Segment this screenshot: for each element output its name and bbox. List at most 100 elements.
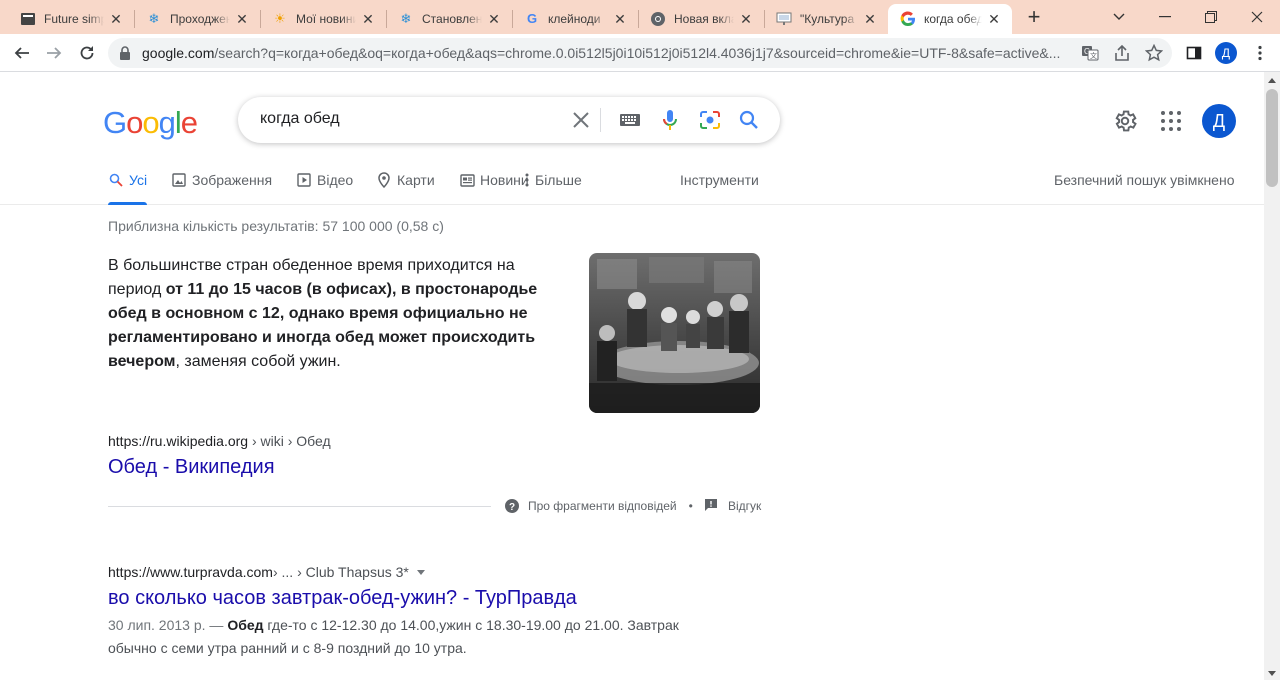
tab-title: Future simp [44,12,104,26]
tab-label: Усі [129,172,148,188]
browser-tab[interactable]: Новая вкла ✕ [638,4,764,34]
tab-images[interactable]: Зображення [171,172,272,188]
settings-gear-icon[interactable] [1112,108,1138,134]
share-icon[interactable] [1112,43,1132,63]
address-bar[interactable]: google.com/search?q=когда+обед&oq=когда+… [108,38,1172,68]
scrollbar-thumb[interactable] [1266,89,1278,187]
feedback-icon [704,498,720,514]
result-title-link[interactable]: во сколько часов завтрак-обед-ужин? - Ту… [108,587,577,610]
result-date: 30 лип. 2013 р. — [108,617,228,633]
browser-tab[interactable]: G клейноди ✕ [512,4,638,34]
bookmark-icon [20,11,36,27]
tab-title: "Культура I [800,12,858,26]
tab-label: Новини [480,172,529,188]
browser-tab[interactable]: Future simp ✕ [8,4,134,34]
tab-label: Відео [317,172,354,188]
logo-letter: o [142,105,159,140]
search-input[interactable]: когда обед [260,110,340,128]
featured-image[interactable] [589,253,760,413]
reload-button[interactable] [73,39,101,67]
browser-tab[interactable]: "Культура I ✕ [764,4,888,34]
forward-button[interactable] [40,39,68,67]
svg-text:文: 文 [1090,51,1097,60]
side-panel-icon[interactable] [1180,39,1208,67]
minimize-button[interactable] [1142,0,1188,34]
result-cite[interactable]: https://ru.wikipedia.org › wiki › Обед [108,433,331,449]
close-icon[interactable]: ✕ [862,11,878,28]
about-snippets-link[interactable]: ? Про фрагменти відповідей • [504,498,705,514]
close-icon[interactable]: ✕ [234,11,250,28]
translate-icon[interactable]: G文 [1080,43,1100,63]
close-icon[interactable]: ✕ [986,11,1002,28]
tab-search-icon[interactable] [1096,0,1142,34]
google-icon [900,11,916,27]
tab-all[interactable]: Усі [108,172,148,205]
tab-more[interactable]: Більше [523,172,582,188]
profile-avatar[interactable]: Д [1215,42,1237,64]
close-icon[interactable]: ✕ [360,11,376,28]
restore-button[interactable] [1188,0,1234,34]
logo-letter: G [103,105,127,140]
logo-letter: o [126,105,143,140]
browser-tab[interactable]: ☀ Мої новини ✕ [260,4,386,34]
snippet-text: , заменяя собой ужин. [175,353,341,370]
keyboard-icon[interactable] [618,108,642,132]
tab-title: когда обед [924,12,982,26]
tab-maps[interactable]: Карти [376,172,435,188]
clear-icon[interactable] [569,108,593,132]
bookmark-star-icon[interactable] [1144,43,1164,63]
tab-strip: Future simp ✕ ❄ Проходжен ✕ ☀ Мої новини… [0,0,1280,34]
microphone-icon[interactable] [658,108,682,132]
back-button[interactable] [8,39,36,67]
camera-lens-icon[interactable] [698,108,722,132]
lock-icon[interactable] [108,46,142,60]
account-avatar[interactable]: Д [1202,104,1236,138]
close-icon[interactable]: ✕ [738,11,754,28]
new-tab-button[interactable]: + [1020,4,1048,32]
google-icon: G [526,11,538,26]
search-icon[interactable] [737,108,761,132]
close-icon[interactable]: ✕ [612,11,628,28]
browser-tab[interactable]: ❄ Проходжен ✕ [134,4,260,34]
menu-icon[interactable] [1246,39,1274,67]
page-scrollbar[interactable] [1264,72,1280,680]
result-highlight: Обед [227,617,264,633]
feedback-label: Відгук [728,499,762,513]
presentation-icon [776,11,792,27]
dropdown-caret-icon[interactable] [416,569,425,575]
tab-news[interactable]: Новини [459,172,529,188]
close-icon[interactable]: ✕ [108,11,124,28]
tab-title: Проходжен [170,12,230,26]
close-icon[interactable]: ✕ [486,11,502,28]
tools-button[interactable]: Інструменти [680,172,759,188]
tab-label: Більше [535,172,582,188]
close-window-button[interactable] [1234,0,1280,34]
tab-title: Мої новини [296,12,356,26]
tab-title: Новая вкла [674,12,734,26]
search-divider [600,108,601,132]
cite-host: https://ru.wikipedia.org [108,433,249,449]
feedback-link[interactable]: Відгук [704,498,761,514]
google-logo[interactable]: Google [103,105,198,141]
divider [108,506,491,507]
about-snippets-label: Про фрагменти відповідей [528,499,677,513]
browser-tab-active[interactable]: когда обед ✕ [888,4,1012,34]
result-title-link[interactable]: Обед - Википедия [108,456,275,479]
tab-title: клейноди [548,12,601,26]
more-vertical-icon [523,172,531,188]
tab-video[interactable]: Відео [296,172,353,188]
snowflake-icon: ❄ [148,11,160,26]
search-box[interactable]: когда обед [238,97,780,143]
logo-letter: g [158,105,176,140]
safe-search-status[interactable]: Безпечний пошук увімкнено [1054,172,1235,188]
cite-host: https://www.turpravda.com [108,564,273,580]
result-description: 30 лип. 2013 р. — Обед где-то с 12-12.30… [108,614,698,660]
image-icon [171,172,187,188]
tab-title: Становлен [422,12,482,26]
browser-tab[interactable]: ❄ Становлен ✕ [386,4,512,34]
result-cite[interactable]: https://www.turpravda.com › ... › Club T… [108,564,425,580]
tab-label: Карти [397,172,435,188]
scroll-down-arrow-icon[interactable] [1268,671,1276,676]
scroll-up-arrow-icon[interactable] [1268,78,1276,83]
google-apps-icon[interactable] [1159,109,1183,133]
